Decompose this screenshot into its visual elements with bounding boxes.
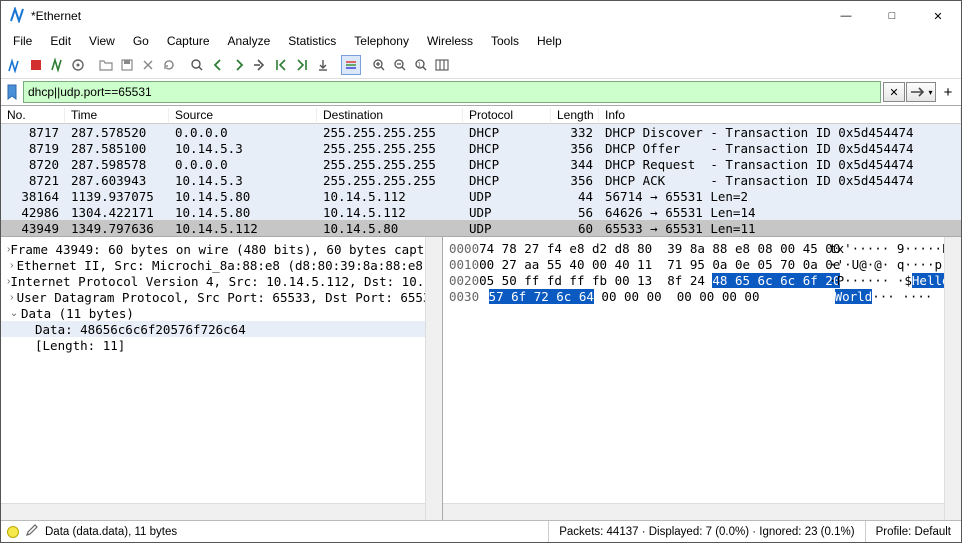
titlebar: *Ethernet — □ ✕ — [1, 1, 961, 31]
col-source[interactable]: Source — [169, 108, 317, 122]
packet-row[interactable]: 439491349.79763610.14.5.11210.14.5.80UDP… — [1, 220, 961, 236]
menu-view[interactable]: View — [81, 32, 123, 50]
restart-capture-icon[interactable] — [47, 55, 67, 75]
col-protocol[interactable]: Protocol — [463, 108, 551, 122]
stop-capture-icon[interactable] — [26, 55, 46, 75]
packet-list-header[interactable]: No. Time Source Destination Protocol Len… — [1, 106, 961, 124]
go-forward-icon[interactable] — [229, 55, 249, 75]
close-file-icon[interactable] — [138, 55, 158, 75]
display-filter-input[interactable] — [23, 81, 881, 103]
add-filter-button[interactable]: + — [937, 82, 959, 102]
maximize-button[interactable]: □ — [869, 1, 915, 31]
menu-edit[interactable]: Edit — [42, 32, 79, 50]
col-no[interactable]: No. — [1, 108, 65, 122]
menu-analyze[interactable]: Analyze — [220, 32, 279, 50]
toolbar: 1 — [1, 51, 961, 79]
expand-icon[interactable]: › — [7, 292, 17, 303]
menu-statistics[interactable]: Statistics — [280, 32, 344, 50]
edit-icon[interactable] — [25, 523, 39, 540]
window-title: *Ethernet — [31, 9, 823, 23]
expand-icon[interactable]: › — [7, 260, 17, 271]
detail-data-hex[interactable]: Data: 48656c6c6f20576f726c64 — [1, 321, 442, 337]
menu-capture[interactable]: Capture — [159, 32, 218, 50]
detail-data[interactable]: ⌄Data (11 bytes) — [1, 305, 442, 321]
capture-options-icon[interactable] — [68, 55, 88, 75]
zoom-in-icon[interactable] — [369, 55, 389, 75]
reload-icon[interactable] — [159, 55, 179, 75]
go-first-icon[interactable] — [271, 55, 291, 75]
go-to-packet-icon[interactable] — [250, 55, 270, 75]
find-packet-icon[interactable] — [187, 55, 207, 75]
menubar: File Edit View Go Capture Analyze Statis… — [1, 31, 961, 51]
apply-filter-button[interactable]: ▾ — [906, 82, 936, 102]
col-destination[interactable]: Destination — [317, 108, 463, 122]
detail-data-length[interactable]: [Length: 11] — [1, 337, 442, 353]
statusbar: Data (data.data), 11 bytes Packets: 4413… — [1, 520, 961, 542]
menu-wireless[interactable]: Wireless — [419, 32, 481, 50]
hex-row[interactable]: 001000 27 aa 55 40 00 40 11 71 95 0a 0e … — [449, 257, 955, 273]
packet-row[interactable]: 8720287.5985780.0.0.0255.255.255.255DHCP… — [1, 156, 961, 172]
scrollbar-vertical[interactable] — [425, 237, 442, 520]
minimize-button[interactable]: — — [823, 1, 869, 31]
go-back-icon[interactable] — [208, 55, 228, 75]
auto-scroll-icon[interactable] — [313, 55, 333, 75]
packet-row[interactable]: 429861304.42217110.14.5.8010.14.5.112UDP… — [1, 204, 961, 220]
packet-bytes-pane[interactable]: 000074 78 27 f4 e8 d2 d8 80 39 8a 88 e8 … — [443, 237, 961, 520]
close-button[interactable]: ✕ — [915, 1, 961, 31]
col-time[interactable]: Time — [65, 108, 169, 122]
packet-row[interactable]: 8719287.58510010.14.5.3255.255.255.255DH… — [1, 140, 961, 156]
status-field-info: Data (data.data), 11 bytes — [45, 526, 177, 538]
packet-list[interactable]: No. Time Source Destination Protocol Len… — [1, 105, 961, 237]
hex-row[interactable]: 003057 6f 72 6c 64 00 00 00 00 00 00 00W… — [449, 289, 955, 305]
detail-frame[interactable]: ›Frame 43949: 60 bytes on wire (480 bits… — [1, 241, 442, 257]
resize-columns-icon[interactable] — [432, 55, 452, 75]
go-last-icon[interactable] — [292, 55, 312, 75]
zoom-out-icon[interactable] — [390, 55, 410, 75]
packet-row[interactable]: 8717287.5785200.0.0.0255.255.255.255DHCP… — [1, 124, 961, 140]
collapse-icon[interactable]: ⌄ — [7, 308, 21, 319]
status-packet-counts: Packets: 44137 · Displayed: 7 (0.0%) · I… — [548, 521, 864, 542]
menu-telephony[interactable]: Telephony — [346, 32, 417, 50]
start-capture-icon[interactable] — [5, 55, 25, 75]
packet-row[interactable]: 8721287.60394310.14.5.3255.255.255.255DH… — [1, 172, 961, 188]
open-file-icon[interactable] — [96, 55, 116, 75]
clear-filter-button[interactable]: ✕ — [883, 82, 905, 102]
packet-details-pane[interactable]: ›Frame 43949: 60 bytes on wire (480 bits… — [1, 237, 443, 520]
hex-row[interactable]: 000074 78 27 f4 e8 d2 d8 80 39 8a 88 e8 … — [449, 241, 955, 257]
colorize-icon[interactable] — [341, 55, 361, 75]
status-profile[interactable]: Profile: Default — [865, 521, 961, 542]
bookmark-icon[interactable] — [3, 82, 21, 102]
menu-go[interactable]: Go — [125, 32, 157, 50]
hex-row[interactable]: 002005 50 ff fd ff fb 00 13 8f 24 48 65 … — [449, 273, 955, 289]
detail-udp[interactable]: ›User Datagram Protocol, Src Port: 65533… — [1, 289, 442, 305]
detail-ethernet[interactable]: ›Ethernet II, Src: Microchi_8a:88:e8 (d8… — [1, 257, 442, 273]
scrollbar-horizontal[interactable] — [1, 503, 425, 520]
zoom-reset-icon[interactable]: 1 — [411, 55, 431, 75]
col-length[interactable]: Length — [551, 108, 599, 122]
expert-info-icon[interactable] — [7, 526, 19, 538]
scrollbar-vertical[interactable] — [944, 237, 961, 520]
detail-ip[interactable]: ›Internet Protocol Version 4, Src: 10.14… — [1, 273, 442, 289]
scrollbar-horizontal[interactable] — [443, 503, 944, 520]
menu-tools[interactable]: Tools — [483, 32, 527, 50]
col-info[interactable]: Info — [599, 108, 961, 122]
filter-bar: ✕ ▾ + — [1, 79, 961, 105]
menu-help[interactable]: Help — [529, 32, 570, 50]
packet-row[interactable]: 381641139.93707510.14.5.8010.14.5.112UDP… — [1, 188, 961, 204]
save-file-icon[interactable] — [117, 55, 137, 75]
app-icon — [9, 7, 25, 26]
menu-file[interactable]: File — [5, 32, 40, 50]
